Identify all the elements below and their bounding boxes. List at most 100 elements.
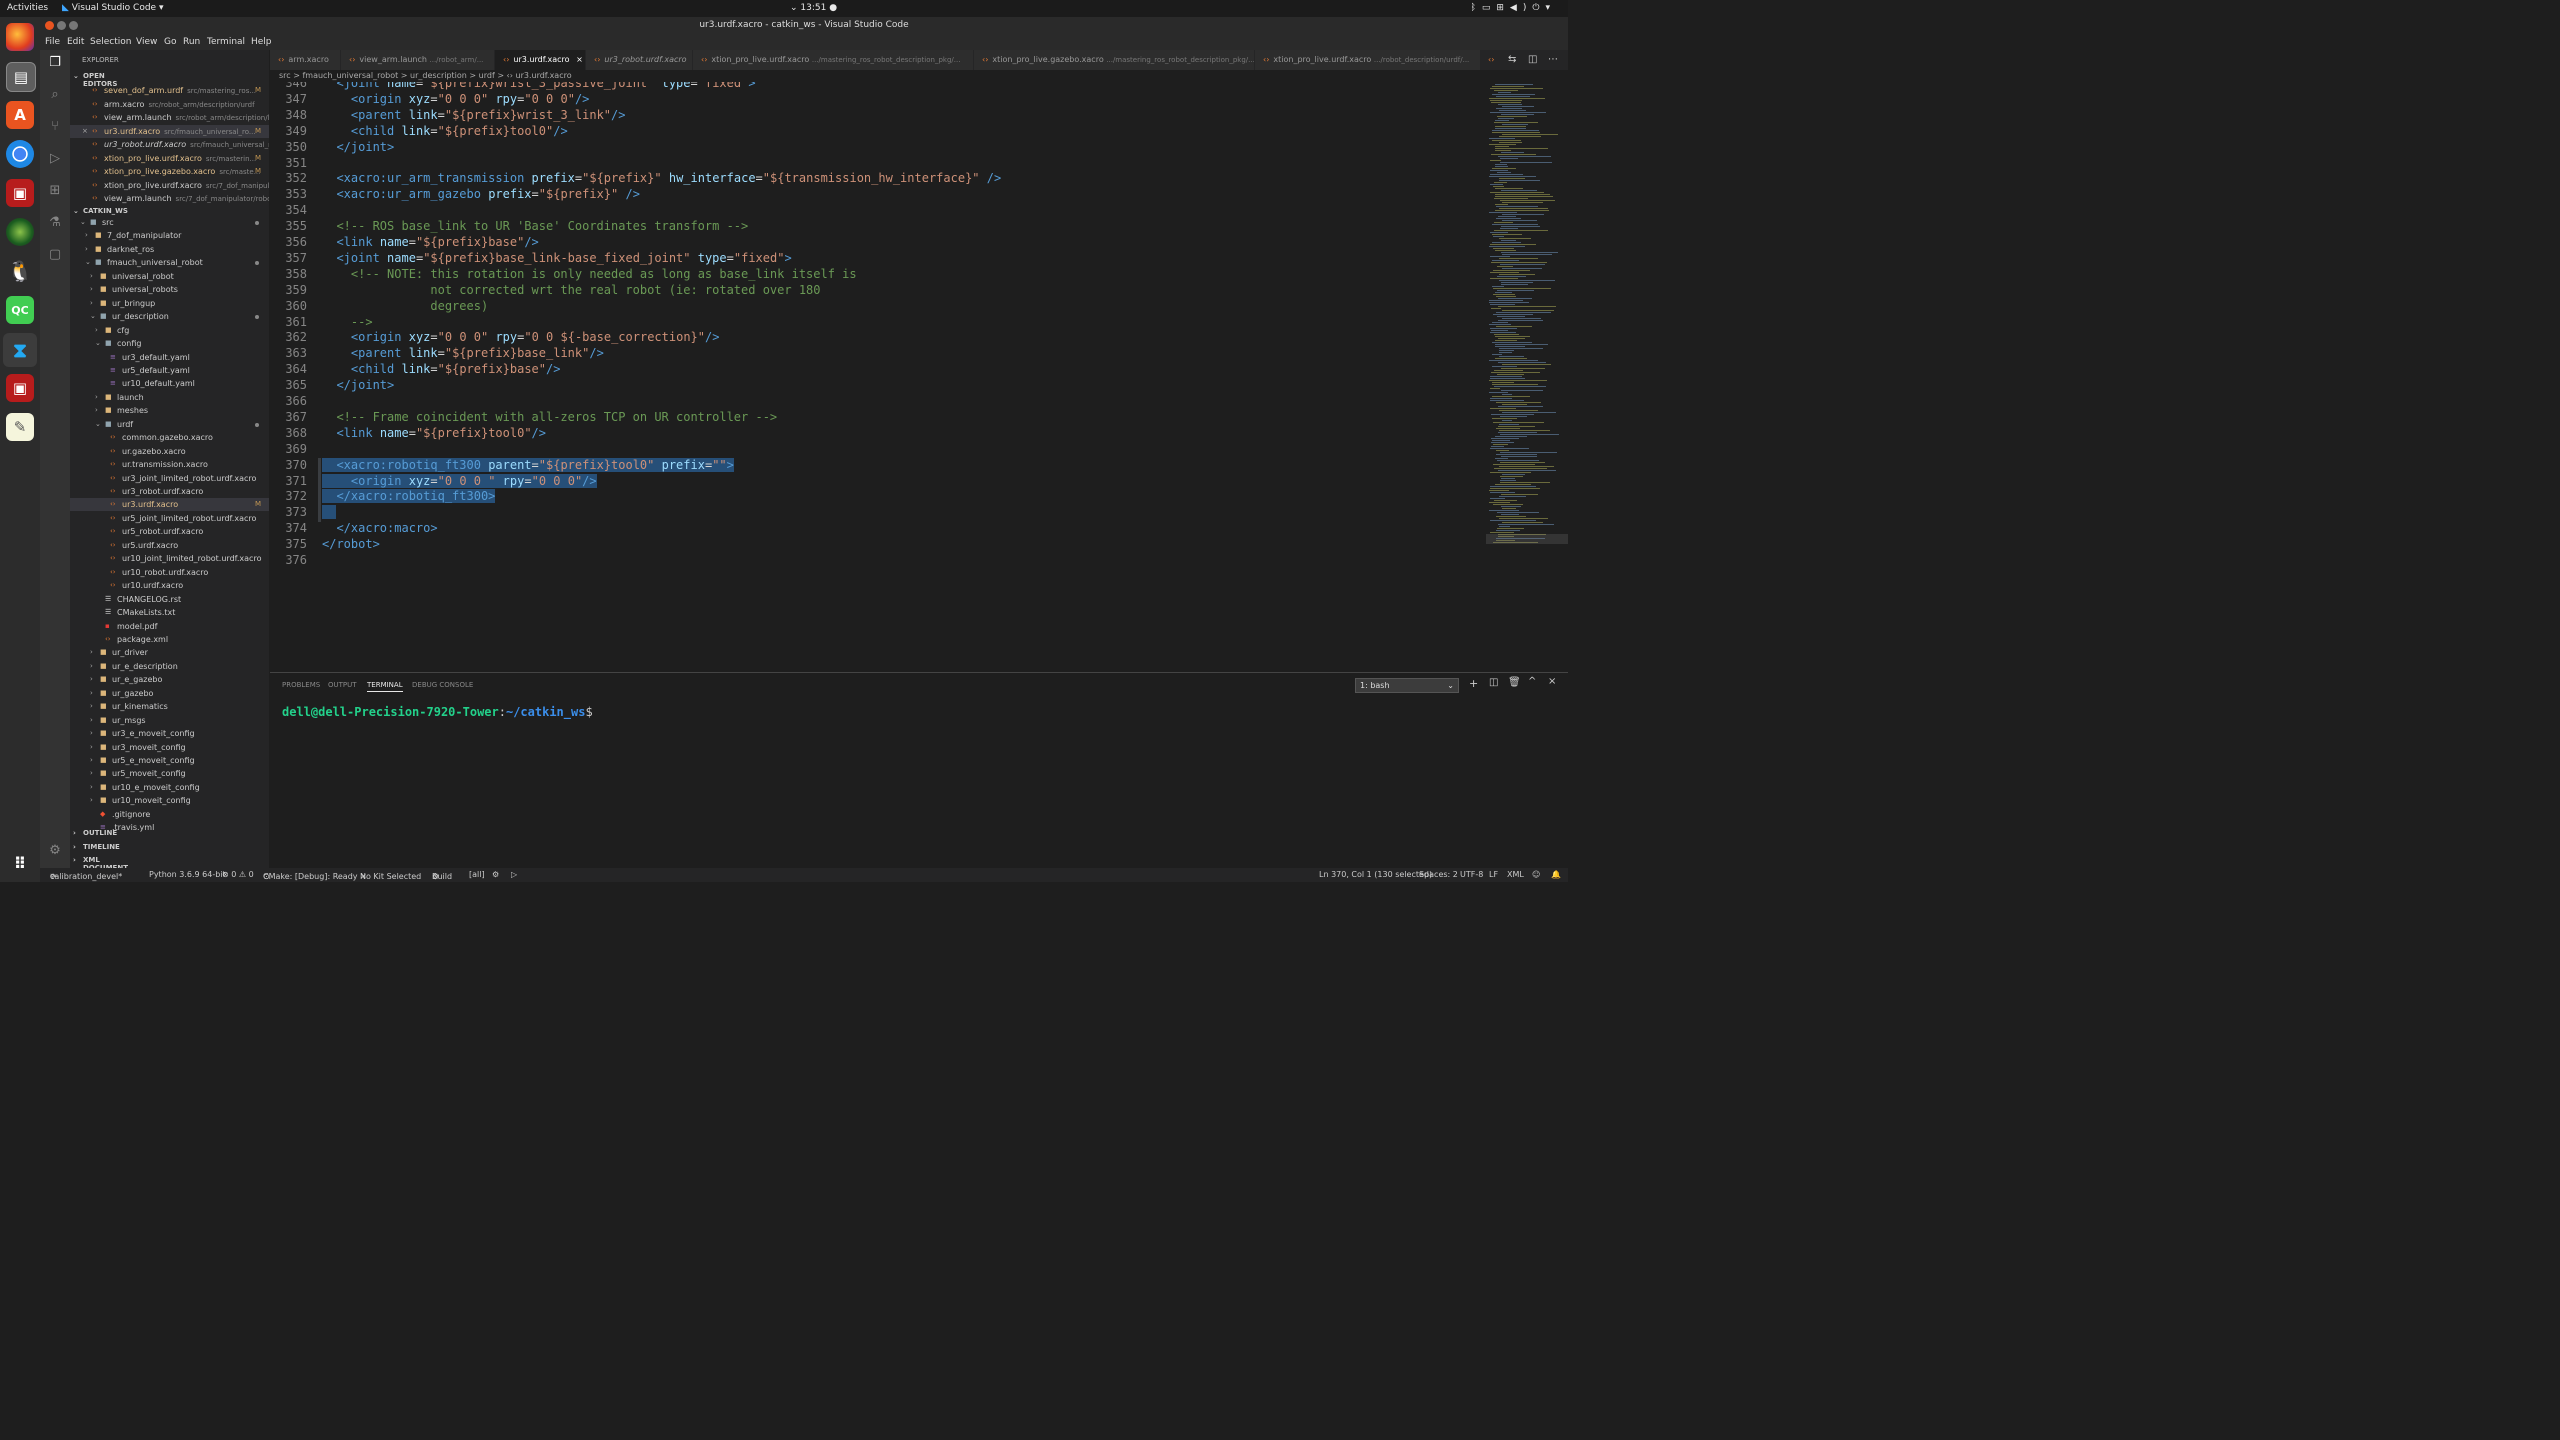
code-line[interactable]: degrees) <box>322 299 488 313</box>
tab-output[interactable]: OUTPUT <box>328 681 357 689</box>
code-line[interactable]: </joint> <box>322 378 394 392</box>
tree-folder[interactable]: › ■ ur_kinematics <box>70 700 269 713</box>
tree-folder[interactable]: › ■ launch <box>70 391 269 404</box>
tree-file[interactable]: ‹› ur10.urdf.xacro <box>70 579 269 592</box>
tree-folder[interactable]: › ■ ur5_e_moveit_config <box>70 754 269 767</box>
new-terminal-icon[interactable]: + <box>1469 677 1478 690</box>
build-target[interactable]: [all] <box>469 870 485 879</box>
testing-icon[interactable]: ⚗ <box>48 216 62 230</box>
code-line[interactable]: <origin xyz="0 0 0" rpy="0 0 0"/> <box>322 92 590 106</box>
minimap[interactable] <box>1486 82 1568 672</box>
code-line[interactable]: </xacro:macro> <box>322 521 437 535</box>
open-editor-item[interactable]: ‹› xtion_pro_live.urdf.xacro src/7_dof_man… <box>70 179 269 192</box>
open-editor-item[interactable]: ‹› seven_dof_arm.urdf src/mastering_ros...… <box>70 84 269 97</box>
software-center-icon[interactable]: A <box>6 101 34 129</box>
open-changes-icon[interactable]: ‹› <box>1488 55 1494 64</box>
problems-status[interactable]: ⊗ 0 ⚠ 0 <box>222 870 254 879</box>
indentation-status[interactable]: Spaces: 2 <box>1419 870 1458 879</box>
tree-folder[interactable]: › ■ ur_msgs <box>70 714 269 727</box>
language-status[interactable]: XML <box>1507 870 1524 879</box>
clock[interactable]: ⌄ 13:51 ● <box>790 3 837 13</box>
tree-file[interactable]: ▪ model.pdf <box>70 620 269 633</box>
tree-file[interactable]: ‹› ur10_robot.urdf.xacro <box>70 566 269 579</box>
code-line[interactable]: <xacro:ur_arm_gazebo prefix="${prefix}" … <box>322 187 640 201</box>
tab-debug-console[interactable]: DEBUG CONSOLE <box>412 681 473 689</box>
tree-file[interactable]: ‹› ur.transmission.xacro <box>70 458 269 471</box>
tab-xtion-pro-live-gazebo-xacro[interactable]: ‹› xtion_pro_live.gazebo.xacro .../master… <box>974 50 1255 70</box>
tree-folder[interactable]: ⌄ ■ fmauch_universal_robot <box>70 256 269 269</box>
menu-edit[interactable]: Edit <box>67 37 84 47</box>
tree-folder[interactable]: › ■ ur_bringup <box>70 297 269 310</box>
code-editor[interactable]: 346 <joint name="${prefix}wrist_3_passiv… <box>270 82 1486 672</box>
chrome-icon[interactable] <box>6 140 34 168</box>
tree-file[interactable]: ‹› ur3.urdf.xacro M <box>70 498 269 512</box>
terminal-selector[interactable]: 1: bash ⌄ <box>1355 678 1459 693</box>
sync-icon[interactable]: ⟳ <box>50 872 57 881</box>
tree-file[interactable]: ‹› ur3_joint_limited_robot.urdf.xacro <box>70 472 269 485</box>
extensions-icon[interactable]: ⊞ <box>48 184 62 198</box>
code-line[interactable]: <origin xyz="0 0 0 " rpy="0 0 0"/> <box>322 473 597 488</box>
close-panel-icon[interactable]: × <box>1548 676 1556 687</box>
tree-file[interactable]: ‹› common.gazebo.xacro <box>70 431 269 444</box>
tree-file[interactable]: ☰ CMakeLists.txt <box>70 606 269 619</box>
cursor-position[interactable]: Ln 370, Col 1 (130 selected) <box>1319 870 1432 879</box>
open-editor-item[interactable]: ‹› view_arm.launch src/robot_arm/descripti… <box>70 111 269 124</box>
tree-file[interactable]: ‹› ur.gazebo.xacro <box>70 445 269 458</box>
tab-arm-xacro[interactable]: ‹› arm.xacro <box>270 50 341 70</box>
close-icon[interactable]: × <box>82 125 88 138</box>
tree-file[interactable]: ‹› ur5_robot.urdf.xacro <box>70 525 269 538</box>
open-editor-item[interactable]: ‹› arm.xacro src/robot_arm/description/urd… <box>70 98 269 111</box>
terminator-icon-2[interactable]: ▣ <box>6 374 34 402</box>
open-editor-item[interactable]: × ‹› ur3.urdf.xacro src/fmauch_universal_ro… <box>70 124 269 138</box>
tab-ur3-robot-urdf-xacro[interactable]: ‹› ur3_robot.urdf.xacro <box>586 50 693 70</box>
tree-folder[interactable]: › ■ ur3_e_moveit_config <box>70 727 269 740</box>
tree-folder[interactable]: › ■ ur_e_description <box>70 660 269 673</box>
tree-file[interactable]: ◆ .gitignore <box>70 808 269 821</box>
code-line[interactable]: <xacro:robotiq_ft300 parent="${prefix}to… <box>322 457 734 472</box>
tab-problems[interactable]: PROBLEMS <box>282 681 320 689</box>
code-line[interactable]: <child link="${prefix}base"/> <box>322 362 561 376</box>
code-line[interactable]: <child link="${prefix}tool0"/> <box>322 124 568 138</box>
app-menu[interactable]: ◣ Visual Studio Code ▾ <box>62 3 163 13</box>
menu-run[interactable]: Run <box>183 37 200 47</box>
remote-explorer-icon[interactable]: ▢ <box>48 248 62 262</box>
explorer-icon[interactable]: ❐ <box>48 56 62 70</box>
files-icon[interactable]: ▤ <box>6 62 36 92</box>
breadcrumb[interactable]: src > fmauch_universal_robot > ur_descri… <box>270 70 1486 82</box>
split-editor-icon[interactable]: ◫ <box>1528 54 1537 65</box>
code-line[interactable]: <joint name="${prefix}wrist_3_passive_jo… <box>322 82 755 90</box>
tree-folder[interactable]: › ■ 7_dof_manipulator <box>70 229 269 242</box>
tree-file[interactable]: ‹› ur10_joint_limited_robot.urdf.xacro <box>70 552 269 565</box>
more-actions-icon[interactable]: ⋯ <box>1548 54 1558 65</box>
code-line[interactable]: </joint> <box>322 140 394 154</box>
eol-status[interactable]: LF <box>1489 870 1498 879</box>
keyboard-icon[interactable]: ▭ <box>1482 3 1497 13</box>
tree-folder[interactable]: ⌄ ■ src <box>70 216 269 229</box>
feedback-icon[interactable]: ☺ <box>1532 870 1540 879</box>
tree-folder[interactable]: › ■ ur_gazebo <box>70 687 269 700</box>
tree-folder[interactable]: ⌄ ■ config <box>70 337 269 350</box>
tab-view-arm-launch[interactable]: ‹› view_arm.launch .../robot_arm/... <box>341 50 495 70</box>
code-line[interactable]: <origin xyz="0 0 0" rpy="0 0 ${-base_cor… <box>322 330 720 344</box>
tree-file[interactable]: ≡ ur5_default.yaml <box>70 364 269 377</box>
menu-help[interactable]: Help <box>251 37 272 47</box>
tree-folder[interactable]: › ■ universal_robots <box>70 283 269 296</box>
tree-file[interactable]: ‹› ur3_robot.urdf.xacro <box>70 485 269 498</box>
maximize-panel-icon[interactable]: ^ <box>1528 676 1536 687</box>
tree-file[interactable]: ‹› ur5.urdf.xacro <box>70 539 269 552</box>
activities-button[interactable]: Activities <box>7 3 48 13</box>
chevron-down-icon[interactable]: ▾ <box>1545 3 1556 13</box>
bluetooth-icon[interactable]: ᛒ <box>1470 3 1481 13</box>
code-line[interactable]: <!-- NOTE: this rotation is only needed … <box>322 267 857 281</box>
compare-icon[interactable]: ⇆ <box>1508 54 1516 65</box>
open-editor-item[interactable]: ‹› xtion_pro_live.urdf.xacro src/masterin.… <box>70 152 269 165</box>
close-icon[interactable]: × <box>576 55 583 64</box>
tree-file[interactable]: ≡ ur10_default.yaml <box>70 377 269 390</box>
rviz-icon[interactable] <box>6 218 34 246</box>
source-control-icon[interactable]: ⑂ <box>48 120 62 134</box>
code-line[interactable] <box>322 505 337 520</box>
tree-folder[interactable]: › ■ darknet_ros <box>70 243 269 256</box>
menu-go[interactable]: Go <box>164 37 176 47</box>
open-editor-item[interactable]: ‹› view_arm.launch src/7_dof_manipulator/r… <box>70 192 269 205</box>
trash-icon[interactable]: 🗑 <box>1508 677 1521 688</box>
